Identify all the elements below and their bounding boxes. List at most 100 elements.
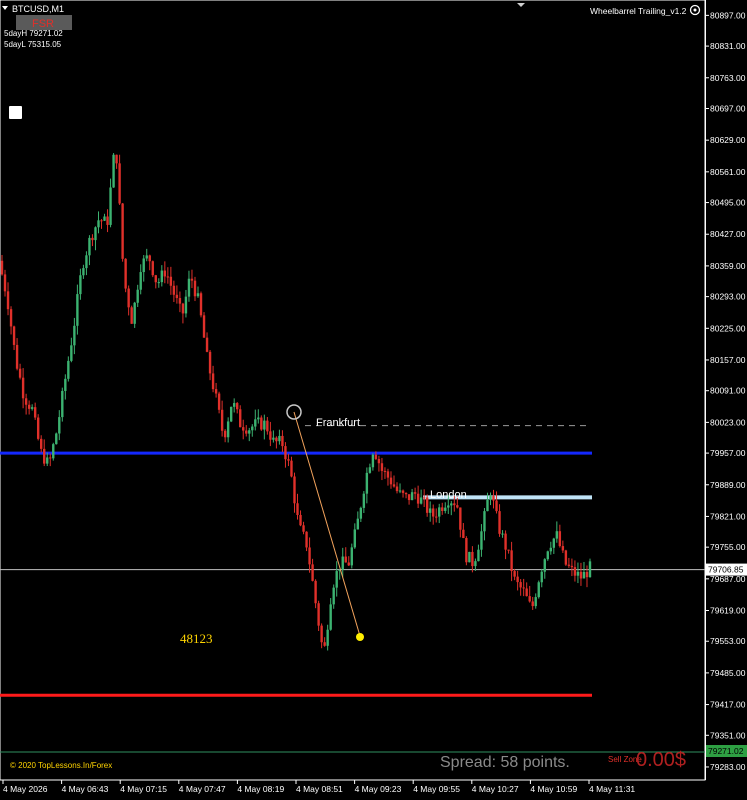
candle-body — [124, 258, 127, 289]
candle-body — [145, 255, 148, 259]
time-tick-label: 4 May 09:23 — [355, 784, 402, 794]
candle-body — [91, 237, 94, 241]
candle-body — [302, 525, 305, 532]
candle-body — [232, 403, 236, 407]
candle-body — [275, 437, 278, 442]
price-tick-label: 80091.00 — [710, 386, 746, 396]
candle-body — [229, 406, 233, 422]
candle-body — [130, 307, 133, 324]
candle-body — [33, 407, 37, 418]
candle-body — [480, 531, 483, 550]
candle-body — [214, 389, 218, 394]
chart-area[interactable] — [0, 0, 706, 781]
candle-body — [546, 551, 549, 560]
candle-body — [561, 546, 565, 551]
candle-body — [293, 476, 296, 504]
time-tick-label: 4 May 06:43 — [62, 784, 109, 794]
candle-body — [260, 417, 263, 430]
candle-body — [178, 298, 182, 304]
candle-body — [552, 538, 556, 548]
candle-body — [510, 550, 513, 572]
candle-body — [441, 507, 444, 511]
candle-body — [413, 492, 417, 494]
candle-body — [353, 529, 356, 548]
sday-high-label: 5dayH 79271.02 — [4, 29, 63, 38]
candle-body — [112, 154, 115, 188]
candle-body — [410, 492, 414, 501]
candle-body — [516, 576, 519, 583]
candle-body — [181, 303, 185, 314]
candle-body — [435, 516, 438, 518]
price-tick-label: 80293.00 — [710, 292, 746, 302]
candle-body — [296, 503, 299, 515]
time-tick-label: 4 May 10:27 — [472, 784, 519, 794]
candle-body — [88, 237, 91, 256]
candle-body — [522, 587, 525, 589]
candle-body — [40, 438, 43, 449]
candle-body — [52, 444, 55, 459]
candle-body — [27, 404, 31, 409]
price-tick-label: 80023.00 — [710, 417, 746, 427]
price-tick-label: 80831.00 — [710, 41, 746, 51]
time-tick-label: 4 May 08:19 — [237, 784, 284, 794]
candle-body — [281, 435, 284, 447]
candle-body — [344, 556, 347, 563]
candle-body — [76, 294, 79, 326]
candle-body — [160, 270, 164, 283]
candle-body — [395, 486, 399, 492]
candle-body — [172, 285, 176, 295]
candle-body — [251, 426, 254, 431]
candle-body — [287, 459, 290, 461]
price-tick-label: 80157.00 — [710, 355, 746, 365]
candle-body — [196, 293, 200, 297]
candle-body — [82, 268, 85, 276]
price-tick-label: 79957.00 — [710, 448, 746, 458]
candle-body — [79, 275, 82, 295]
current-price-value: 79706.85 — [708, 565, 744, 575]
candle-body — [588, 561, 592, 578]
candle-body — [245, 430, 248, 434]
candle-body — [468, 551, 471, 563]
candle-body — [100, 220, 103, 222]
price-tick-label: 79283.00 — [710, 762, 746, 772]
green-price-value: 79271.02 — [708, 746, 744, 756]
profit-label: 0.00$ — [636, 749, 686, 771]
candle-body — [184, 296, 188, 314]
candle-body — [326, 629, 329, 646]
candle-body — [211, 373, 215, 390]
candle-body — [513, 571, 516, 577]
price-tick-label: 80561.00 — [710, 167, 746, 177]
price-tick-label: 80359.00 — [710, 261, 746, 271]
candle-body — [118, 163, 121, 204]
candle-body — [151, 261, 154, 276]
price-tick-label: 79485.00 — [710, 668, 746, 678]
candle-body — [46, 457, 49, 464]
candle-body — [462, 529, 465, 539]
candle-body — [36, 417, 40, 439]
candle-body — [419, 497, 423, 504]
candle-body — [582, 571, 586, 579]
candle-body — [432, 508, 435, 517]
candle-body — [85, 255, 88, 269]
candle-body — [311, 564, 314, 581]
candle-body — [12, 326, 16, 345]
white-square-button[interactable] — [9, 106, 22, 119]
price-tick-label: 79553.00 — [710, 636, 746, 646]
count-label: 48123 — [180, 631, 213, 646]
candle-body — [362, 493, 366, 508]
candle-body — [447, 505, 450, 508]
candle-body — [136, 289, 139, 303]
candle-body — [507, 549, 510, 551]
time-tick-label: 4 May 2026 — [3, 784, 48, 794]
time-axis[interactable]: 4 May 2026 4 May 06:43 4 May 07:15 4 May 07… — [2, 780, 635, 794]
candle-body — [0, 260, 4, 275]
price-axis[interactable]: 80897.00 80831.00 80763.00 80697.00 80629.00… — [705, 10, 746, 772]
candle-body — [450, 503, 453, 506]
candle-body — [314, 580, 317, 604]
candle-body — [365, 472, 369, 494]
candle-body — [15, 344, 19, 369]
candle-body — [202, 315, 206, 338]
candle-body — [30, 407, 34, 409]
candle-body — [368, 467, 372, 473]
price-chart[interactable]: Frankfurt London 48123 BTCUSD,M1 FSR 5da… — [0, 0, 747, 800]
